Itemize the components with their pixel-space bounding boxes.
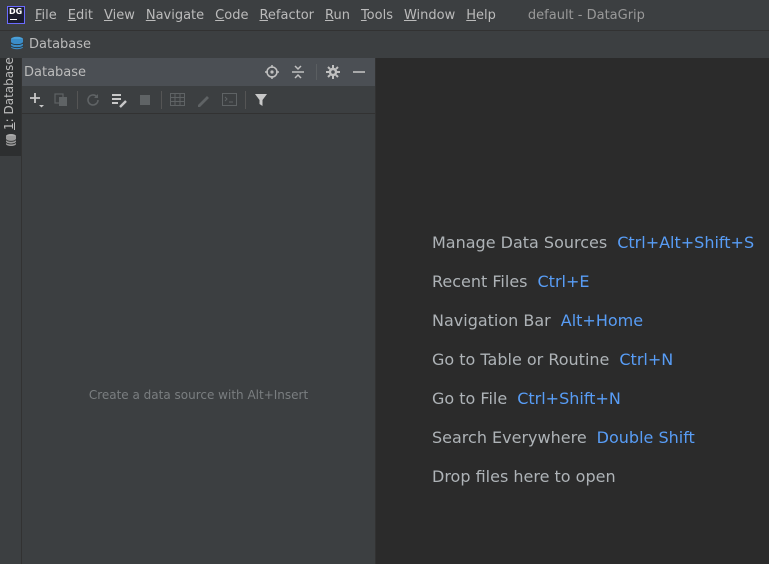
tool-window-strip: 1: Database	[0, 57, 22, 564]
shortcut-key: Ctrl+N	[619, 350, 674, 369]
stop-icon[interactable]	[134, 89, 156, 111]
menu-window[interactable]: Window	[403, 8, 456, 23]
header-separator	[316, 64, 317, 80]
filter-icon[interactable]	[250, 89, 272, 111]
database-panel: Database Create a data source with Alt+I…	[22, 58, 375, 564]
menu-run[interactable]: Run	[324, 8, 351, 23]
toolbar-separator	[77, 90, 78, 109]
console-icon[interactable]	[218, 89, 240, 111]
menu-view[interactable]: View	[103, 8, 136, 23]
hint-navigation-bar: Navigation Bar Alt+Home	[432, 311, 644, 330]
menu-refactor[interactable]: Refactor	[258, 8, 315, 23]
hint-drop-files: Drop files here to open	[432, 467, 616, 486]
hint-go-to-table: Go to Table or Routine Ctrl+N	[432, 350, 674, 369]
navigation-bar: Database	[0, 30, 769, 58]
add-icon[interactable]	[26, 89, 48, 111]
empty-state-text: Create a data source with Alt+Insert	[88, 388, 309, 402]
refresh-icon[interactable]	[82, 89, 104, 111]
panel-title: Database	[24, 64, 87, 80]
menu-navigate[interactable]: Navigate	[145, 8, 205, 23]
minimize-icon[interactable]	[349, 62, 369, 82]
database-stack-icon	[5, 132, 17, 151]
target-icon[interactable]	[262, 62, 282, 82]
panel-toolbar	[22, 86, 375, 114]
menu-code[interactable]: Code	[214, 8, 249, 23]
shortcut-key: Ctrl+Alt+Shift+S	[617, 233, 755, 252]
editor-empty-area: Manage Data Sources Ctrl+Alt+Shift+S Rece…	[376, 58, 769, 564]
hints-list: Manage Data Sources Ctrl+Alt+Shift+S Rece…	[432, 230, 754, 503]
shortcut-key: Double Shift	[596, 428, 695, 447]
schema-settings-icon[interactable]	[108, 89, 130, 111]
hint-manage-data-sources: Manage Data Sources Ctrl+Alt+Shift+S	[432, 233, 755, 252]
duplicate-icon[interactable]	[50, 89, 72, 111]
menu-file[interactable]: File	[34, 8, 58, 23]
menu-help[interactable]: Help	[465, 8, 497, 23]
hint-go-to-file: Go to File Ctrl+Shift+N	[432, 389, 621, 408]
toolbar-separator	[161, 90, 162, 109]
database-tool-tab[interactable]: 1: Database	[0, 57, 21, 156]
datagrip-logo-icon: DG	[7, 6, 25, 24]
panel-header: Database	[22, 58, 375, 86]
toolbar-separator	[245, 90, 246, 109]
hint-search-everywhere: Search Everywhere Double Shift	[432, 428, 695, 447]
menu-tools[interactable]: Tools	[360, 8, 394, 23]
breadcrumb-database[interactable]: Database	[29, 37, 91, 52]
database-tool-tab-label: 1: Database	[2, 57, 16, 130]
logo-text: DG	[9, 7, 23, 16]
menu-edit[interactable]: Edit	[67, 8, 94, 23]
collapse-all-icon[interactable]	[288, 62, 308, 82]
edit-icon[interactable]	[192, 89, 214, 111]
gear-icon[interactable]	[323, 62, 343, 82]
hint-recent-files: Recent Files Ctrl+E	[432, 272, 590, 291]
table-view-icon[interactable]	[166, 89, 188, 111]
shortcut-key: Ctrl+E	[537, 272, 590, 291]
shortcut-key: Alt+Home	[560, 311, 644, 330]
shortcut-key: Ctrl+Shift+N	[517, 389, 621, 408]
window-title: default - DataGrip	[527, 7, 645, 23]
menu-bar: DG File Edit View Navigate Code Refactor…	[0, 0, 769, 30]
database-icon	[10, 35, 24, 54]
